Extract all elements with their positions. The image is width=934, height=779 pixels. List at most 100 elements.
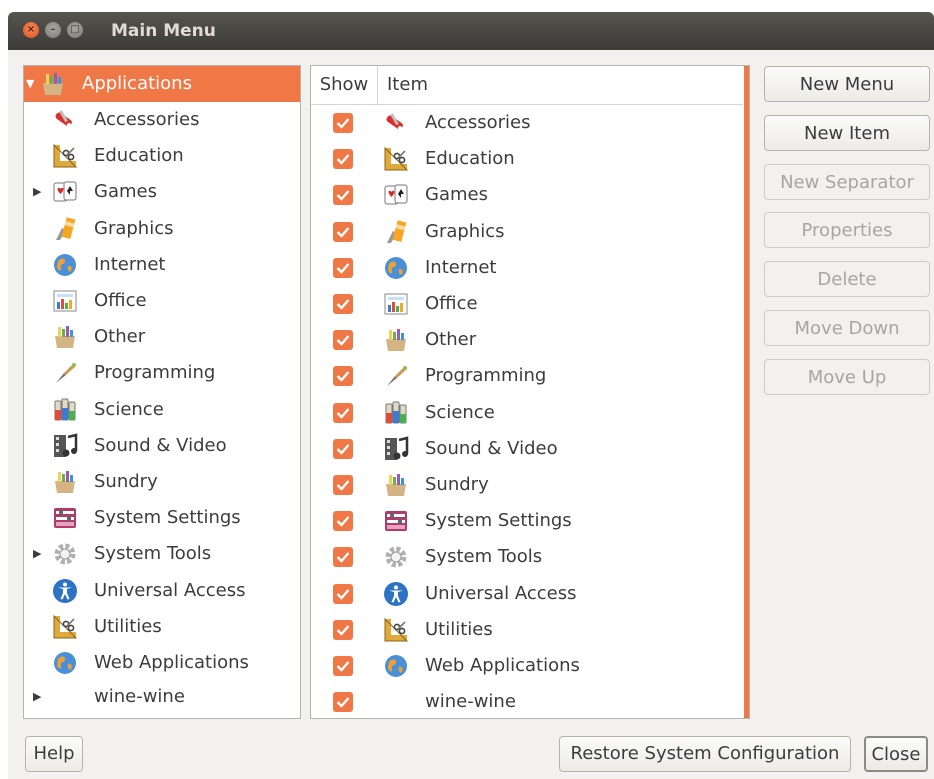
- show-checkbox[interactable]: [333, 656, 353, 676]
- expander-closed-icon[interactable]: ▶: [33, 536, 41, 572]
- tree-item[interactable]: Sundry: [24, 464, 300, 500]
- tree-item[interactable]: Internet: [24, 247, 300, 283]
- list-row[interactable]: Programming: [311, 358, 743, 394]
- list-item-label: Sundry: [425, 474, 489, 495]
- sound-video-icon: [52, 433, 78, 459]
- show-checkbox[interactable]: [333, 294, 353, 314]
- tree-item[interactable]: Education: [24, 138, 300, 174]
- tree-item[interactable]: Sound & Video: [24, 428, 300, 464]
- accessories-icon: [383, 110, 409, 136]
- list-row[interactable]: Graphics: [311, 214, 743, 250]
- show-checkbox[interactable]: [333, 584, 353, 604]
- tree-item[interactable]: Office: [24, 283, 300, 319]
- show-checkbox[interactable]: [333, 475, 353, 495]
- tree-item[interactable]: Science: [24, 392, 300, 428]
- show-checkbox[interactable]: [333, 149, 353, 169]
- column-header-item[interactable]: Item: [387, 66, 428, 104]
- delete-button[interactable]: Delete: [764, 261, 930, 297]
- new-menu-button[interactable]: New Menu: [764, 66, 930, 102]
- expander-closed-icon[interactable]: ▶: [33, 679, 41, 715]
- tree-item[interactable]: Universal Access: [24, 573, 300, 609]
- show-checkbox[interactable]: [333, 403, 353, 423]
- universal-access-icon: [383, 581, 409, 607]
- list-scrollbar[interactable]: [744, 66, 749, 718]
- list-row[interactable]: Utilities: [311, 612, 743, 648]
- maximize-window-icon[interactable]: □: [67, 22, 83, 38]
- tree-item-applications[interactable]: ▼ Applications: [24, 66, 300, 102]
- move-up-button[interactable]: Move Up: [764, 359, 930, 395]
- tree-item[interactable]: System Settings: [24, 500, 300, 536]
- new-separator-button[interactable]: New Separator: [764, 164, 930, 200]
- internet-icon: [383, 255, 409, 281]
- column-header-show[interactable]: Show: [311, 66, 378, 104]
- show-checkbox[interactable]: [333, 511, 353, 531]
- list-row[interactable]: Office: [311, 286, 743, 322]
- properties-button[interactable]: Properties: [764, 212, 930, 248]
- show-checkbox[interactable]: [333, 113, 353, 133]
- list-row[interactable]: Other: [311, 322, 743, 358]
- show-checkbox[interactable]: [333, 222, 353, 242]
- tree-item[interactable]: Utilities: [24, 609, 300, 645]
- tree-item[interactable]: ▶ wine-wine: [24, 679, 300, 715]
- help-button[interactable]: Help: [25, 736, 83, 772]
- show-checkbox[interactable]: [333, 439, 353, 459]
- tree-item[interactable]: Programming: [24, 355, 300, 391]
- tree-item[interactable]: ▶ Games: [24, 174, 300, 210]
- list-row[interactable]: Universal Access: [311, 576, 743, 612]
- tree-item[interactable]: Web Applications: [24, 645, 300, 681]
- list-item-label: Programming: [425, 365, 547, 386]
- tree-item-label: Education: [94, 145, 184, 166]
- menu-tree[interactable]: ▼ Applications Accessories Education ▶ Games G…: [23, 65, 301, 719]
- tree-item-label: Sound & Video: [94, 435, 227, 456]
- tree-item[interactable]: Accessories: [24, 102, 300, 138]
- utilities-icon: [383, 617, 409, 643]
- move-down-button[interactable]: Move Down: [764, 310, 930, 346]
- science-icon: [383, 400, 409, 426]
- item-list[interactable]: Show Item Accessories Education Games Graph…: [310, 65, 750, 719]
- list-row[interactable]: Games: [311, 177, 743, 213]
- list-row[interactable]: Education: [311, 141, 743, 177]
- tree-item-label: Utilities: [94, 616, 162, 637]
- list-row[interactable]: wine-wine: [311, 684, 743, 720]
- other-icon: [383, 327, 409, 353]
- close-button[interactable]: Close: [864, 736, 928, 772]
- new-item-button[interactable]: New Item: [764, 115, 930, 151]
- list-row[interactable]: System Tools: [311, 539, 743, 575]
- list-row[interactable]: Sound & Video: [311, 431, 743, 467]
- list-row[interactable]: Accessories: [311, 105, 743, 141]
- minimize-window-icon[interactable]: –: [45, 22, 61, 38]
- office-icon: [383, 291, 409, 317]
- show-checkbox[interactable]: [333, 547, 353, 567]
- list-row[interactable]: Sundry: [311, 467, 743, 503]
- programming-icon: [52, 360, 78, 386]
- tree-item-label: Internet: [94, 254, 166, 275]
- show-checkbox[interactable]: [333, 366, 353, 386]
- tree-item-label: System Tools: [94, 543, 212, 564]
- show-checkbox[interactable]: [333, 692, 353, 712]
- show-checkbox[interactable]: [333, 258, 353, 278]
- tree-item[interactable]: Other: [24, 319, 300, 355]
- graphics-icon: [383, 219, 409, 245]
- restore-system-configuration-button[interactable]: Restore System Configuration: [559, 736, 851, 772]
- list-item-label: System Settings: [425, 510, 572, 531]
- show-checkbox[interactable]: [333, 330, 353, 350]
- expander-closed-icon[interactable]: ▶: [33, 174, 41, 210]
- tree-item-label: Universal Access: [94, 580, 246, 601]
- title-bar[interactable]: × – □ Main Menu: [8, 12, 934, 50]
- list-row[interactable]: Web Applications: [311, 648, 743, 684]
- tree-item[interactable]: Graphics: [24, 211, 300, 247]
- close-window-icon[interactable]: ×: [23, 22, 39, 38]
- list-row[interactable]: Science: [311, 395, 743, 431]
- applications-other-icon: [40, 71, 66, 97]
- list-header: Show Item: [311, 66, 743, 105]
- list-item-label: System Tools: [425, 546, 543, 567]
- show-checkbox[interactable]: [333, 185, 353, 205]
- show-checkbox[interactable]: [333, 620, 353, 640]
- list-row[interactable]: Internet: [311, 250, 743, 286]
- education-icon: [383, 146, 409, 172]
- expander-open-icon[interactable]: ▼: [26, 66, 34, 102]
- sundry-icon: [383, 472, 409, 498]
- system-settings-icon: [52, 505, 78, 531]
- list-row[interactable]: System Settings: [311, 503, 743, 539]
- tree-item[interactable]: ▶ System Tools: [24, 536, 300, 572]
